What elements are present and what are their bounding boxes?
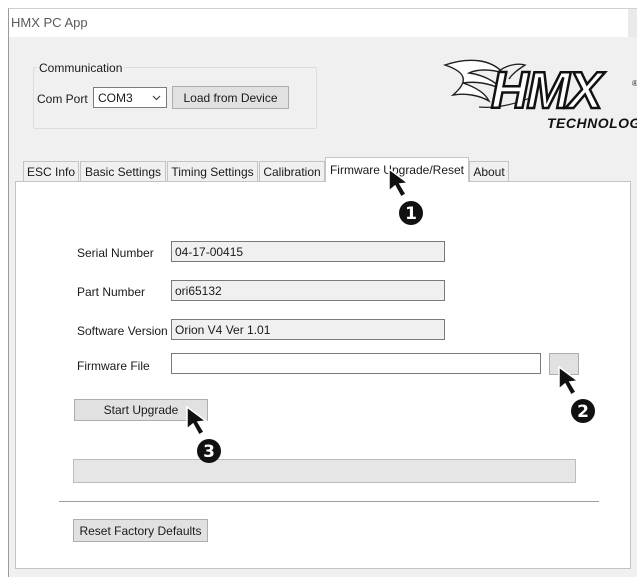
part-number-label: Part Number — [77, 285, 146, 299]
firmware-tab-panel — [15, 181, 631, 569]
window-control-button[interactable] — [628, 9, 637, 37]
serial-number-field[interactable]: 04-17-00415 — [171, 241, 445, 262]
app-window: HMX PC App Communication Com Port COM3 L… — [8, 8, 637, 577]
logo-brand-text: HMX — [490, 62, 604, 120]
pointer-arrow-icon — [558, 365, 580, 397]
tab-calibration[interactable]: Calibration — [259, 161, 325, 181]
part-number-field[interactable]: ori65132 — [171, 280, 445, 301]
chevron-down-icon — [152, 95, 161, 101]
callout-1: 1 — [387, 167, 431, 230]
load-from-device-button[interactable]: Load from Device — [172, 86, 289, 109]
software-version-label: Software Version — [77, 324, 168, 338]
software-version-field[interactable]: Orion V4 Ver 1.01 — [171, 319, 445, 340]
tab-esc-info[interactable]: ESC Info — [23, 161, 79, 181]
pointer-arrow-icon — [388, 167, 410, 199]
title-bar: HMX PC App — [9, 9, 637, 37]
pointer-arrow-icon — [186, 405, 208, 437]
reset-factory-defaults-button[interactable]: Reset Factory Defaults — [73, 519, 208, 542]
com-port-dropdown[interactable]: COM3 — [93, 87, 167, 108]
com-port-value: COM3 — [98, 91, 133, 105]
serial-number-label: Serial Number — [77, 246, 154, 260]
firmware-file-label: Firmware File — [77, 359, 150, 373]
tab-basic-settings[interactable]: Basic Settings — [80, 161, 166, 181]
com-port-label: Com Port — [37, 92, 88, 106]
callout-number: 1 — [405, 204, 417, 224]
tab-about[interactable]: About — [469, 161, 509, 181]
callout-2: 2 — [557, 365, 601, 428]
upgrade-progress-bar — [73, 459, 576, 483]
window-title: HMX PC App — [11, 15, 88, 30]
logo-tagline-text: TECHNOLOGY — [547, 115, 637, 131]
hmx-technology-logo: HMX ® TECHNOLOGY — [439, 51, 637, 131]
callout-number: 2 — [577, 402, 589, 422]
tab-timing-settings[interactable]: Timing Settings — [167, 161, 258, 181]
firmware-file-input[interactable] — [171, 353, 541, 374]
divider — [59, 501, 599, 502]
callout-number: 3 — [203, 442, 215, 462]
trademark-mark: ® — [632, 79, 637, 88]
callout-3: 3 — [185, 405, 229, 468]
communication-group-label: Communication — [37, 61, 125, 75]
